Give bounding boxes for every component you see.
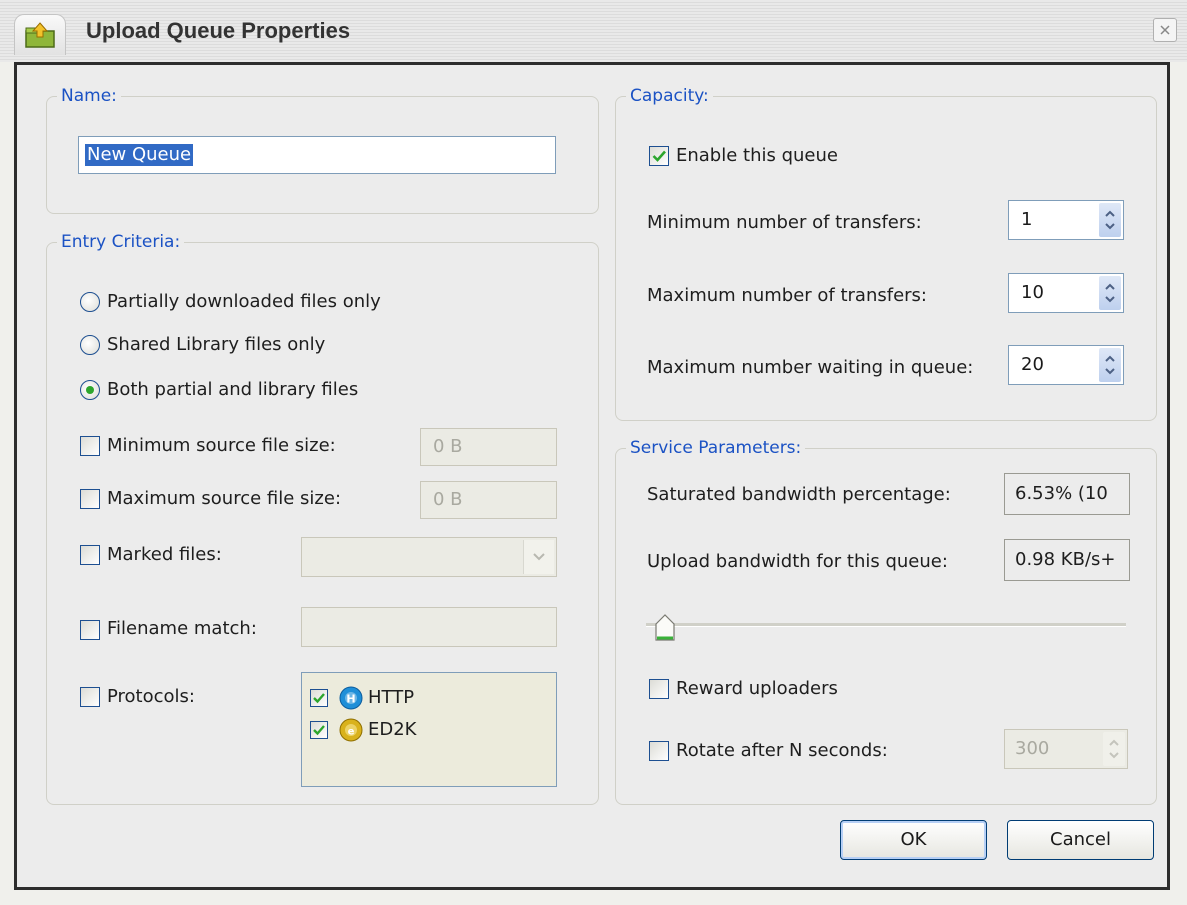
ed2k-checkbox[interactable] (310, 721, 328, 739)
min-transfers-spinbox[interactable]: 1 (1008, 200, 1124, 240)
saturated-bandwidth-field[interactable]: 6.53% (10 (1004, 473, 1130, 515)
min-transfers-label: Minimum number of transfers: (647, 212, 922, 233)
service-parameters-legend: Service Parameters: (626, 438, 806, 458)
close-button[interactable] (1153, 18, 1177, 42)
saturated-bandwidth-label: Saturated bandwidth percentage: (647, 484, 951, 505)
protocols-label[interactable]: Protocols: (107, 686, 195, 708)
dialog-window: Upload Queue Properties Name: New Queue … (0, 0, 1187, 905)
spin-arrows-icon (1105, 283, 1115, 303)
radio-partial-only[interactable] (80, 292, 100, 312)
max-waiting-value: 20 (1021, 354, 1044, 375)
max-size-label[interactable]: Maximum source file size: (107, 488, 341, 510)
protocols-checkbox[interactable] (80, 687, 100, 707)
http-checkbox[interactable] (310, 689, 328, 707)
ok-button[interactable]: OK (840, 820, 987, 860)
http-label: HTTP (368, 687, 415, 708)
marked-files-checkbox[interactable] (80, 545, 100, 565)
spin-arrows-icon (1105, 210, 1115, 230)
min-transfers-value: 1 (1021, 209, 1033, 230)
reward-uploaders-checkbox[interactable] (649, 679, 669, 699)
checkmark-icon (652, 150, 666, 162)
min-size-value: 0 B (433, 436, 463, 457)
min-size-label[interactable]: Minimum source file size: (107, 435, 336, 457)
name-group: Name: New Queue (46, 86, 599, 214)
max-transfers-value: 10 (1021, 282, 1044, 303)
entry-criteria-legend: Entry Criteria: (57, 232, 185, 252)
max-waiting-spinbox[interactable]: 20 (1008, 345, 1124, 385)
filename-match-input[interactable] (301, 607, 557, 647)
max-transfers-spin-buttons[interactable] (1099, 276, 1121, 310)
name-group-legend: Name: (57, 86, 121, 106)
max-size-checkbox[interactable] (80, 489, 100, 509)
spin-arrows-icon (1109, 739, 1119, 759)
dropdown-button[interactable] (523, 540, 554, 574)
max-size-input[interactable]: 0 B (420, 481, 557, 519)
radio-partial-only-label[interactable]: Partially downloaded files only (107, 291, 381, 313)
radio-selected-dot (86, 386, 94, 394)
max-transfers-label: Maximum number of transfers: (647, 285, 927, 306)
reward-uploaders-label[interactable]: Reward uploaders (676, 678, 838, 700)
rotate-seconds-value: 300 (1015, 738, 1050, 759)
protocols-list[interactable]: H HTTP e ED2K (301, 672, 557, 787)
upload-bandwidth-field[interactable]: 0.98 KB/s+ (1004, 539, 1130, 581)
upload-bandwidth-label: Upload bandwidth for this queue: (647, 551, 948, 572)
capacity-group: Capacity: Enable this queue Minimum numb… (615, 86, 1157, 421)
min-transfers-spin-buttons[interactable] (1099, 203, 1121, 237)
radio-both[interactable] (80, 380, 100, 400)
marked-files-label[interactable]: Marked files: (107, 544, 222, 566)
dialog-body: Name: New Queue Entry Criteria: Partiall… (14, 62, 1170, 890)
ed2k-protocol-icon: e (339, 718, 363, 742)
upload-queue-icon (14, 14, 66, 55)
queue-name-input[interactable]: New Queue (78, 136, 556, 174)
max-waiting-spin-buttons[interactable] (1099, 348, 1121, 382)
spin-arrows-icon (1105, 355, 1115, 375)
svg-text:e: e (348, 727, 355, 738)
svg-text:H: H (346, 693, 355, 706)
http-protocol-icon: H (339, 686, 363, 710)
min-size-checkbox[interactable] (80, 436, 100, 456)
max-size-value: 0 B (433, 489, 463, 510)
close-icon (1160, 25, 1170, 35)
enable-queue-label[interactable]: Enable this queue (676, 145, 838, 167)
window-title: Upload Queue Properties (86, 18, 351, 43)
min-size-input[interactable]: 0 B (420, 428, 557, 466)
filename-match-checkbox[interactable] (80, 620, 100, 640)
title-bar[interactable]: Upload Queue Properties (0, 0, 1187, 62)
saturated-bandwidth-value: 6.53% (10 (1015, 483, 1108, 504)
slider-thumb[interactable] (655, 614, 675, 642)
service-parameters-group: Service Parameters: Saturated bandwidth … (615, 438, 1157, 805)
filename-match-label[interactable]: Filename match: (107, 618, 257, 640)
rotate-spin-buttons[interactable] (1103, 732, 1125, 766)
checkmark-icon (313, 693, 325, 704)
marked-files-select[interactable] (301, 537, 557, 577)
checkmark-icon (313, 725, 325, 736)
radio-library-only-label[interactable]: Shared Library files only (107, 334, 325, 356)
rotate-checkbox[interactable] (649, 741, 669, 761)
slider-track (646, 623, 1126, 627)
chevron-down-icon (533, 553, 545, 561)
enable-queue-checkbox[interactable] (649, 146, 669, 166)
protocol-item-ed2k[interactable]: e ED2K (310, 717, 550, 743)
rotate-seconds-spinbox[interactable]: 300 (1004, 729, 1128, 769)
ed2k-label: ED2K (368, 719, 417, 740)
bandwidth-slider[interactable] (646, 614, 1126, 654)
rotate-label[interactable]: Rotate after N seconds: (676, 740, 888, 762)
capacity-legend: Capacity: (626, 86, 713, 106)
radio-both-label[interactable]: Both partial and library files (107, 379, 358, 401)
upload-bandwidth-value: 0.98 KB/s+ (1015, 549, 1116, 570)
queue-name-value: New Queue (85, 144, 194, 166)
max-waiting-label: Maximum number waiting in queue: (647, 357, 974, 378)
radio-library-only[interactable] (80, 335, 100, 355)
cancel-button[interactable]: Cancel (1007, 820, 1154, 860)
protocol-item-http[interactable]: H HTTP (310, 685, 550, 711)
max-transfers-spinbox[interactable]: 10 (1008, 273, 1124, 313)
entry-criteria-group: Entry Criteria: Partially downloaded fil… (46, 232, 599, 805)
